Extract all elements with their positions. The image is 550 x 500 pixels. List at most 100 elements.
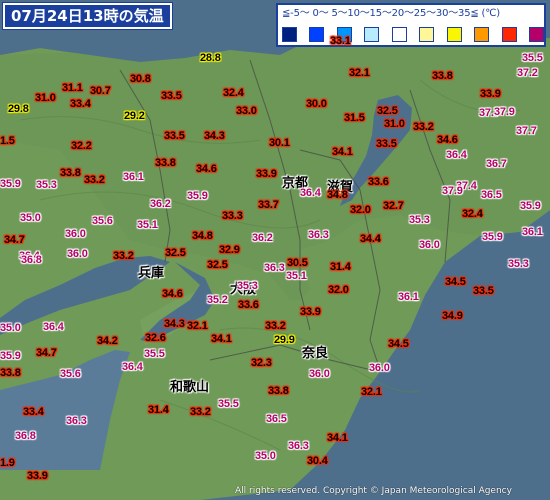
temperature-value: 34.1	[211, 333, 232, 345]
temperature-value: 36.1	[522, 226, 543, 238]
temperature-value: 36.1	[398, 291, 419, 303]
temperature-value: 36.4	[446, 149, 467, 161]
temperature-value: 31.5	[344, 112, 365, 124]
place-label: 和歌山	[170, 380, 210, 395]
temperature-value: 34.7	[36, 347, 57, 359]
legend-swatch	[419, 27, 435, 42]
temperature-value: 35.2	[207, 294, 228, 306]
temperature-value: 33.6	[238, 299, 259, 311]
temperature-value: 36.4	[122, 361, 143, 373]
temperature-value: 36.3	[308, 229, 329, 241]
temperature-value: 29.8	[8, 103, 29, 115]
temperature-value: 34.7	[4, 234, 25, 246]
temperature-value: 35.0	[255, 450, 276, 462]
legend-swatch	[309, 27, 325, 42]
legend-swatch	[282, 27, 297, 42]
temperature-value: 33.2	[190, 406, 211, 418]
legend-swatches	[282, 27, 544, 45]
temperature-value: 36.3	[66, 415, 87, 427]
temperature-value: 32.3	[251, 357, 272, 369]
temperature-value: 36.0	[309, 368, 330, 380]
temperature-value: 37.2	[517, 67, 538, 79]
legend-swatch	[501, 27, 517, 42]
temperature-value: 35.9	[187, 190, 208, 202]
temperature-value: 1.9	[0, 457, 15, 469]
legend-swatch	[364, 27, 380, 42]
temperature-value: 34.6	[437, 134, 458, 146]
temperature-value: 33.9	[27, 470, 48, 482]
temperature-value: 36.0	[67, 248, 88, 260]
temperature-value: 34.4	[360, 233, 381, 245]
temperature-value: 29.2	[124, 110, 145, 122]
temperature-value: 32.1	[361, 386, 382, 398]
temperature-value: 32.4	[462, 208, 483, 220]
temperature-value: 36.5	[266, 413, 287, 425]
temperature-value: 34.3	[204, 130, 225, 142]
temperature-value: 33.7	[258, 199, 279, 211]
place-label: 兵庫	[138, 266, 165, 281]
temperature-value: 32.2	[71, 140, 92, 152]
temperature-value: 36.7	[486, 158, 507, 170]
temperature-value: 34.1	[327, 432, 348, 444]
temperature-value: 34.5	[388, 338, 409, 350]
temperature-value: 32.0	[328, 284, 349, 296]
temperature-value: 33.8	[0, 367, 21, 379]
temperature-value: 36.5	[481, 189, 502, 201]
temperature-value: 32.5	[207, 259, 228, 271]
temperature-value: 31.1	[62, 82, 83, 94]
temperature-value: 33.5	[164, 130, 185, 142]
temperature-value: 36.3	[264, 262, 285, 274]
temperature-value: 33.2	[413, 121, 434, 133]
map-title: 07月24日13時の気温	[3, 3, 172, 29]
temperature-value: 33.4	[70, 98, 91, 110]
temperature-value: 33.8	[155, 157, 176, 169]
temperature-value: 36.0	[369, 362, 390, 374]
temperature-value: 35.3	[409, 214, 430, 226]
temperature-value: 36.1	[123, 171, 144, 183]
temperature-value: 29.9	[274, 334, 295, 346]
temperature-value: 32.0	[350, 204, 371, 216]
temperature-value: 30.0	[306, 98, 327, 110]
temperature-value: 33.2	[113, 250, 134, 262]
place-label: 奈良	[302, 346, 329, 361]
temperature-value: 35.5	[522, 52, 543, 64]
temperature-value: 36.4	[300, 187, 321, 199]
temperature-value: 35.1	[137, 219, 158, 231]
temperature-value: 33.5	[376, 138, 397, 150]
temperature-value: 35.3	[237, 280, 258, 292]
temperature-value: 34.2	[97, 335, 118, 347]
temperature-value: 31.0	[35, 92, 56, 104]
temperature-value: 32.5	[165, 247, 186, 259]
temperature-value: 35.6	[60, 368, 81, 380]
temperature-value: 30.1	[269, 137, 290, 149]
temperature-value: 35.1	[286, 270, 307, 282]
temperature-value: 35.3	[508, 258, 529, 270]
temperature-value: 35.9	[0, 178, 21, 190]
legend-scale-text: ≦-5〜 0〜 5〜10〜15〜20〜25〜30〜35≦ (℃)	[282, 8, 500, 19]
temperature-value: 34.3	[164, 318, 185, 330]
temperature-value: 32.9	[219, 244, 240, 256]
temperature-value: 35.0	[0, 322, 21, 334]
temperature-value: 33.8	[268, 385, 289, 397]
temperature-value: 30.7	[90, 85, 111, 97]
temperature-value: 34.1	[332, 146, 353, 158]
temperature-value: 33.0	[236, 105, 257, 117]
temperature-value: 31.4	[330, 261, 351, 273]
temperature-value: 33.9	[256, 168, 277, 180]
temperature-value: 35.9	[482, 231, 503, 243]
temperature-value: 31.0	[384, 118, 405, 130]
legend-swatch	[474, 27, 490, 42]
temperature-value: 32.5	[377, 105, 398, 117]
legend-swatch	[528, 27, 544, 42]
temperature-value: 33.8	[432, 70, 453, 82]
temperature-legend: ≦-5〜 0〜 5〜10〜15〜20〜25〜30〜35≦ (℃)	[276, 3, 546, 47]
temperature-value: 32.6	[145, 332, 166, 344]
temperature-value: 35.9	[0, 350, 21, 362]
temperature-value: 33.2	[84, 174, 105, 186]
temperature-value: 35.3	[36, 179, 57, 191]
copyright-notice: All rights reserved. Copyright © Japan M…	[235, 486, 512, 496]
temperature-value: 33.9	[480, 88, 501, 100]
temperature-value: 32.1	[187, 320, 208, 332]
temperature-value: 36.2	[150, 198, 171, 210]
temperature-value: 37.7	[516, 125, 537, 137]
